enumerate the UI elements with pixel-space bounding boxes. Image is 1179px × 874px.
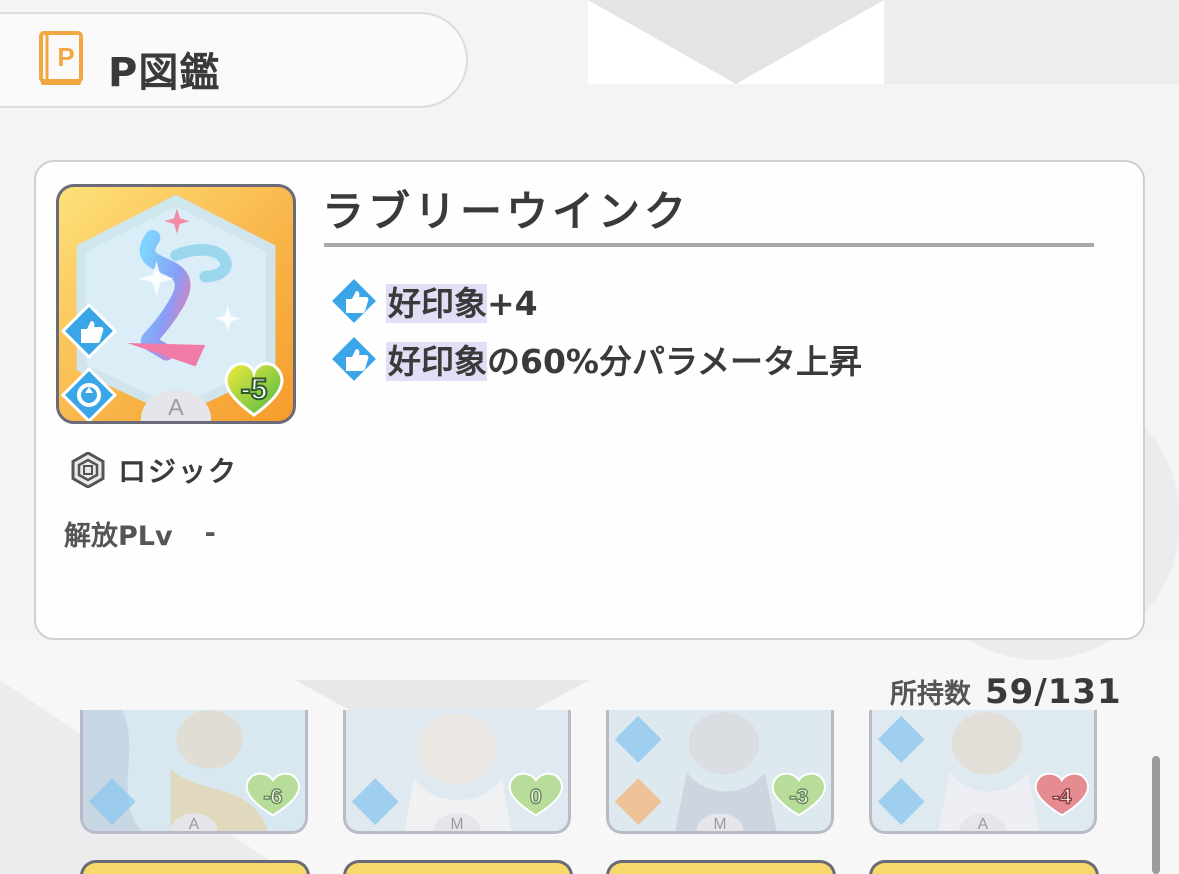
effect-text: +4 xyxy=(487,284,538,323)
svg-text:0: 0 xyxy=(530,785,542,809)
card-thumbnail: A -5 xyxy=(56,184,296,424)
card-grid-item[interactable] xyxy=(343,860,573,874)
cycle-icon xyxy=(61,367,117,421)
svg-text:P: P xyxy=(57,42,74,72)
svg-text:A: A xyxy=(189,816,200,831)
svg-text:-6: -6 xyxy=(263,785,282,809)
svg-text:A: A xyxy=(978,816,989,831)
svg-text:-4: -4 xyxy=(1052,785,1071,809)
book-p-icon: P xyxy=(38,30,84,88)
owned-label: 所持数 xyxy=(890,679,971,710)
green-heart-icon: -5 xyxy=(219,357,289,419)
effect-text: の60%分パラメータ上昇 xyxy=(487,342,862,381)
thumbs-up-icon xyxy=(327,274,381,328)
scrollbar[interactable] xyxy=(1152,756,1160,874)
thumbs-up-icon xyxy=(61,303,117,359)
effect-keyword: 好印象 xyxy=(386,284,487,323)
card-name: ラブリーウインク xyxy=(322,187,691,236)
unlock-row: 解放PLv - xyxy=(64,514,216,553)
svg-text:M: M xyxy=(451,816,464,831)
card-grid-item[interactable] xyxy=(80,860,310,874)
unlock-value: - xyxy=(204,518,216,549)
card-grid-item[interactable]: M 0 xyxy=(343,710,571,834)
type-label: ロジック xyxy=(118,455,239,488)
page-header: P P図鑑 xyxy=(0,12,468,108)
effect-row: 好印象+4 xyxy=(327,274,538,328)
card-grid-item[interactable] xyxy=(869,860,1099,874)
effect-keyword: 好印象 xyxy=(386,342,487,381)
card-grid-item[interactable]: A -6 xyxy=(80,710,308,834)
card-detail-panel: A -5 ロジック 解放PLv - ラブリーウインク 好印象+4 好印象の60%… xyxy=(34,160,1145,640)
svg-text:-3: -3 xyxy=(789,785,808,809)
logic-type-icon xyxy=(70,451,106,489)
owned-count: 所持数 59/131 xyxy=(890,672,1122,712)
owned-value: 59/131 xyxy=(985,672,1122,712)
thumbs-up-icon xyxy=(327,332,381,386)
svg-text:-5: -5 xyxy=(241,373,268,406)
svg-text:A: A xyxy=(168,394,184,420)
card-grid-item[interactable]: M -3 xyxy=(606,710,834,834)
divider xyxy=(324,243,1094,247)
svg-text:M: M xyxy=(714,816,727,831)
card-grid-item[interactable] xyxy=(606,860,836,874)
page-title: P図鑑 xyxy=(108,50,221,96)
type-row: ロジック xyxy=(70,450,238,490)
unlock-label: 解放PLv xyxy=(64,521,173,552)
card-grid-item[interactable]: A -4 xyxy=(869,710,1097,834)
effect-row: 好印象の60%分パラメータ上昇 xyxy=(327,332,862,386)
